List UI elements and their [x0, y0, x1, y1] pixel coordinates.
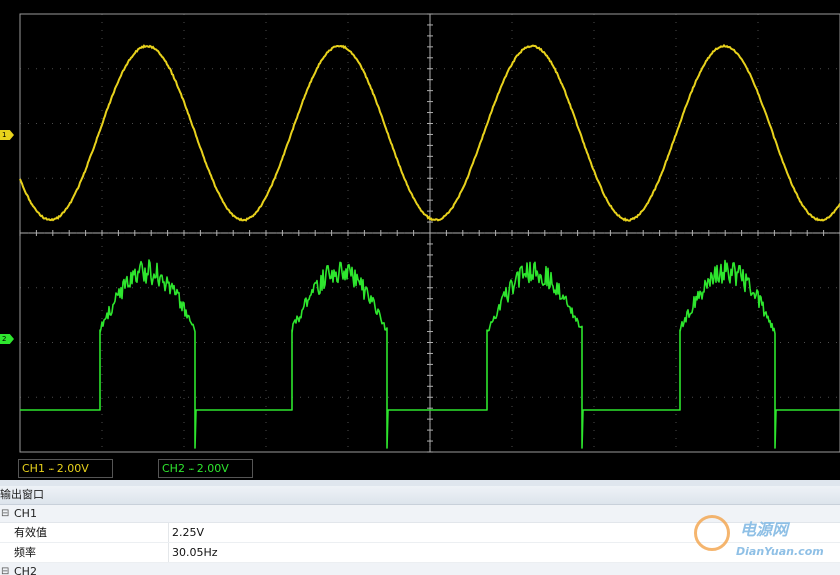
watermark-brand: 电源网 [740, 516, 788, 540]
ch2-scale-readout[interactable]: CH2 ┅ 2.00V [158, 459, 253, 478]
watermark: 电源网 DianYuan.com [690, 512, 840, 568]
group-label: CH1 [14, 505, 37, 522]
collapse-icon[interactable]: ⊟ [1, 505, 9, 522]
property-name: 频率 [14, 543, 36, 562]
oscilloscope-display: 1 2 CH1 ┅ 2.00V CH2 ┅ 2.00V [0, 0, 840, 480]
dc-coupling-icon: ┅ [49, 465, 53, 474]
property-value: 2.25V [172, 523, 204, 542]
plug-logo-icon [694, 515, 730, 551]
ch1-scale-readout[interactable]: CH1 ┅ 2.00V [18, 459, 113, 478]
property-value: 30.05Hz [172, 543, 218, 562]
collapse-icon[interactable]: ⊟ [1, 563, 9, 575]
property-name: 有效值 [14, 523, 47, 542]
ch1-label: CH1 [22, 462, 45, 475]
ch2-scale: 2.00V [197, 462, 229, 475]
dc-coupling-icon: ┅ [189, 465, 193, 474]
output-window-title: 输出窗口 [0, 486, 840, 505]
column-divider [168, 543, 169, 562]
watermark-url: DianYuan.com [736, 545, 824, 558]
ch2-label: CH2 [162, 462, 185, 475]
column-divider [168, 523, 169, 542]
group-label: CH2 [14, 563, 37, 575]
waveform-canvas [0, 0, 840, 480]
ch1-scale: 2.00V [57, 462, 89, 475]
